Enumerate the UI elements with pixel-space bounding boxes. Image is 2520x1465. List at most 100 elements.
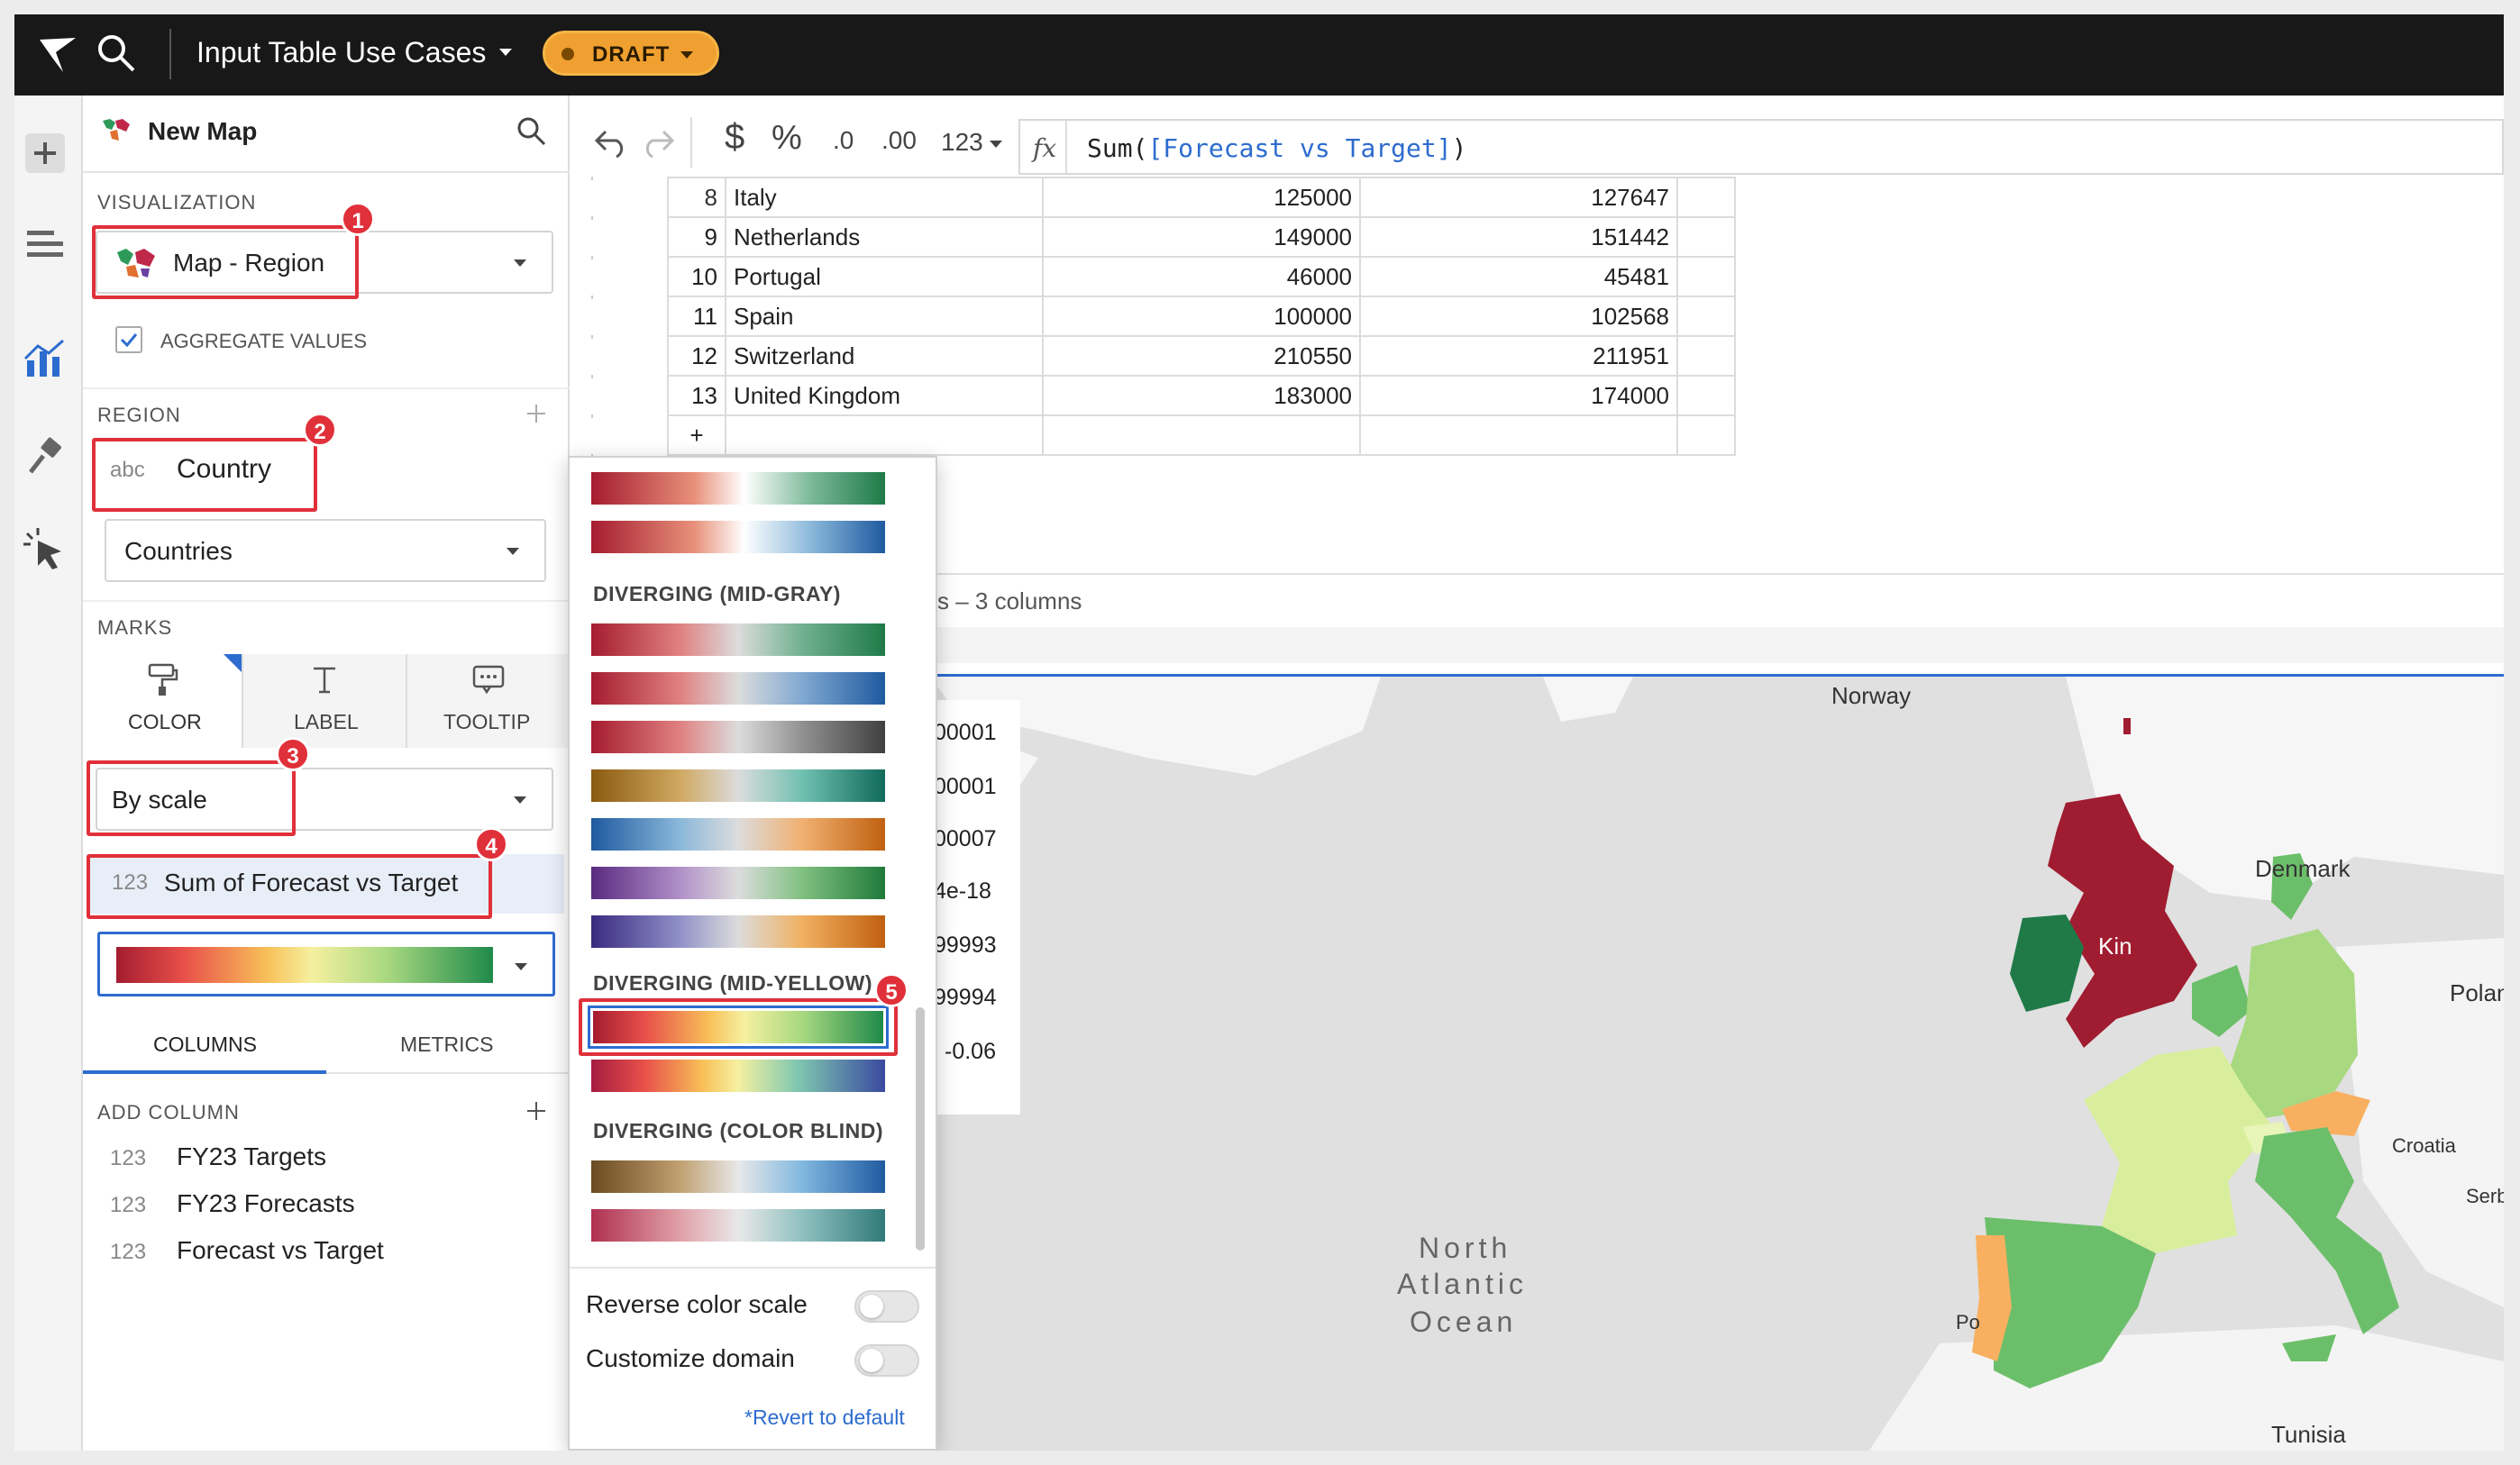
row-number: 10 xyxy=(667,256,726,297)
decrease-decimals-button[interactable]: .0 xyxy=(833,126,854,155)
active-corner-marker xyxy=(224,654,242,672)
color-scale-option[interactable] xyxy=(591,1160,885,1193)
panel-search-icon[interactable] xyxy=(516,115,548,148)
cell-target[interactable]: 125000 xyxy=(1042,177,1361,218)
reverse-color-scale-label: Reverse color scale xyxy=(586,1290,808,1318)
element-panel: New Map VISUALIZATION Map - Region 1 AGG… xyxy=(83,96,570,1451)
cell-empty[interactable] xyxy=(1676,216,1736,258)
cell-forecast[interactable]: 102568 xyxy=(1359,296,1678,337)
color-scale-option[interactable] xyxy=(591,623,885,656)
cell-forecast[interactable]: 127647 xyxy=(1359,177,1678,218)
map-legend: 00001 00001 00007 4e-18 99993 99994 -0.0… xyxy=(923,700,1020,1115)
color-scale-select[interactable] xyxy=(97,932,555,996)
cell-target[interactable]: 183000 xyxy=(1042,375,1361,416)
formula-text[interactable]: Sum([Forecast vs Target]) xyxy=(1087,133,1466,163)
app-window: Input Table Use Cases DRAFT New Map VISU… xyxy=(14,14,2504,1451)
region-faroe[interactable] xyxy=(2123,718,2131,734)
draft-status-badge[interactable]: DRAFT xyxy=(543,31,719,76)
map-label-denmark: Denmark xyxy=(2255,855,2351,882)
title-chevron-down-icon[interactable] xyxy=(499,49,512,56)
row-number: 8 xyxy=(667,177,726,218)
cell-country[interactable]: Spain xyxy=(725,296,1044,337)
table-row[interactable]: 11 Spain 100000 102568 xyxy=(667,296,1736,337)
tab-metrics[interactable]: METRICS xyxy=(400,1033,494,1057)
aggregate-values-checkbox[interactable] xyxy=(115,326,142,353)
outline-icon[interactable] xyxy=(23,225,67,265)
list-item[interactable]: 123 FY23 Targets xyxy=(83,1133,570,1180)
undo-icon[interactable] xyxy=(593,126,629,159)
cell-empty[interactable] xyxy=(1676,177,1736,218)
logo-icon[interactable] xyxy=(36,34,79,76)
table-row[interactable]: 8 Italy 125000 127647 xyxy=(667,177,1736,218)
table-row[interactable]: 9 Netherlands 149000 151442 xyxy=(667,216,1736,258)
list-item[interactable]: 123 FY23 Forecasts xyxy=(83,1180,570,1227)
color-scale-option[interactable] xyxy=(591,721,885,753)
tab-columns[interactable]: COLUMNS xyxy=(153,1033,257,1057)
currency-format-button[interactable]: $ xyxy=(725,117,744,158)
cell-target[interactable]: 149000 xyxy=(1042,216,1361,258)
annotation-badge-5: 5 xyxy=(874,973,908,1007)
draft-chevron-down-icon xyxy=(680,51,693,59)
table-row[interactable]: 12 Switzerland 210550 211951 xyxy=(667,335,1736,377)
color-scale-option[interactable] xyxy=(591,672,885,705)
redo-icon[interactable] xyxy=(640,126,676,159)
color-scale-option[interactable] xyxy=(591,818,885,851)
cell-forecast[interactable]: 174000 xyxy=(1359,375,1678,416)
divider xyxy=(690,117,692,168)
customize-domain-toggle[interactable] xyxy=(854,1344,919,1377)
cell-country[interactable]: Netherlands xyxy=(725,216,1044,258)
tab-color[interactable]: COLOR xyxy=(83,654,242,748)
cell-empty[interactable] xyxy=(1676,296,1736,337)
color-scale-option[interactable] xyxy=(591,915,885,948)
cell-target[interactable]: 100000 xyxy=(1042,296,1361,337)
workbook-title[interactable]: Input Table Use Cases xyxy=(196,36,486,69)
format-brush-icon[interactable] xyxy=(23,436,67,479)
cell-country[interactable]: Portugal xyxy=(725,256,1044,297)
number-format-select[interactable]: 123 xyxy=(941,128,983,157)
active-tab-underline xyxy=(83,1070,326,1074)
revert-to-default-link[interactable]: *Revert to default xyxy=(744,1406,905,1430)
chevron-down-icon[interactable] xyxy=(990,141,1002,148)
percent-format-button[interactable]: % xyxy=(772,119,802,158)
color-scale-option[interactable] xyxy=(591,472,885,505)
list-item[interactable]: 123 Forecast vs Target xyxy=(83,1227,570,1274)
cell-forecast[interactable]: 151442 xyxy=(1359,216,1678,258)
cell-country[interactable]: Switzerland xyxy=(725,335,1044,377)
column-list: 123 FY23 Targets 123 FY23 Forecasts 123 … xyxy=(83,1133,570,1278)
color-scale-option[interactable] xyxy=(591,867,885,899)
reverse-color-scale-toggle[interactable] xyxy=(854,1290,919,1323)
map-label-tunisia: Tunisia xyxy=(2271,1421,2346,1448)
table-row[interactable]: 13 United Kingdom 183000 174000 xyxy=(667,375,1736,416)
cell-empty[interactable] xyxy=(1676,375,1736,416)
color-scale-option[interactable] xyxy=(591,521,885,553)
region-type-select[interactable]: Countries xyxy=(105,519,546,582)
table-row[interactable]: 10 Portugal 46000 45481 xyxy=(667,256,1736,297)
add-region-plus-icon[interactable] xyxy=(525,402,548,425)
cell-forecast[interactable]: 45481 xyxy=(1359,256,1678,297)
color-scale-option[interactable] xyxy=(591,1060,885,1092)
chart-properties-icon[interactable] xyxy=(22,335,68,380)
color-scale-option[interactable] xyxy=(591,1209,885,1242)
element-title[interactable]: New Map xyxy=(148,117,257,146)
dropdown-scrollbar[interactable] xyxy=(916,1007,925,1251)
cell-country[interactable]: United Kingdom xyxy=(725,375,1044,416)
cell-target[interactable]: 210550 xyxy=(1042,335,1361,377)
color-scale-option[interactable] xyxy=(591,769,885,802)
annotation-box-4 xyxy=(87,854,492,919)
cell-empty[interactable] xyxy=(1676,256,1736,297)
cell-target[interactable]: 46000 xyxy=(1042,256,1361,297)
formula-bar[interactable]: fx Sum([Forecast vs Target]) xyxy=(1018,119,2504,175)
add-row-button[interactable]: + xyxy=(667,414,726,456)
add-row[interactable]: + xyxy=(667,414,1736,456)
add-element-button[interactable] xyxy=(25,133,65,173)
tab-tooltip-label: TOOLTIP xyxy=(443,710,531,733)
increase-decimals-button[interactable]: .00 xyxy=(881,126,917,155)
tab-tooltip[interactable]: TOOLTIP xyxy=(407,654,570,748)
tab-label[interactable]: LABEL xyxy=(243,654,406,748)
actions-cursor-icon[interactable] xyxy=(22,526,68,573)
cell-empty[interactable] xyxy=(1676,335,1736,377)
cell-country[interactable]: Italy xyxy=(725,177,1044,218)
search-icon[interactable] xyxy=(96,32,137,74)
cell-forecast[interactable]: 211951 xyxy=(1359,335,1678,377)
add-column-plus-icon[interactable] xyxy=(525,1099,548,1123)
